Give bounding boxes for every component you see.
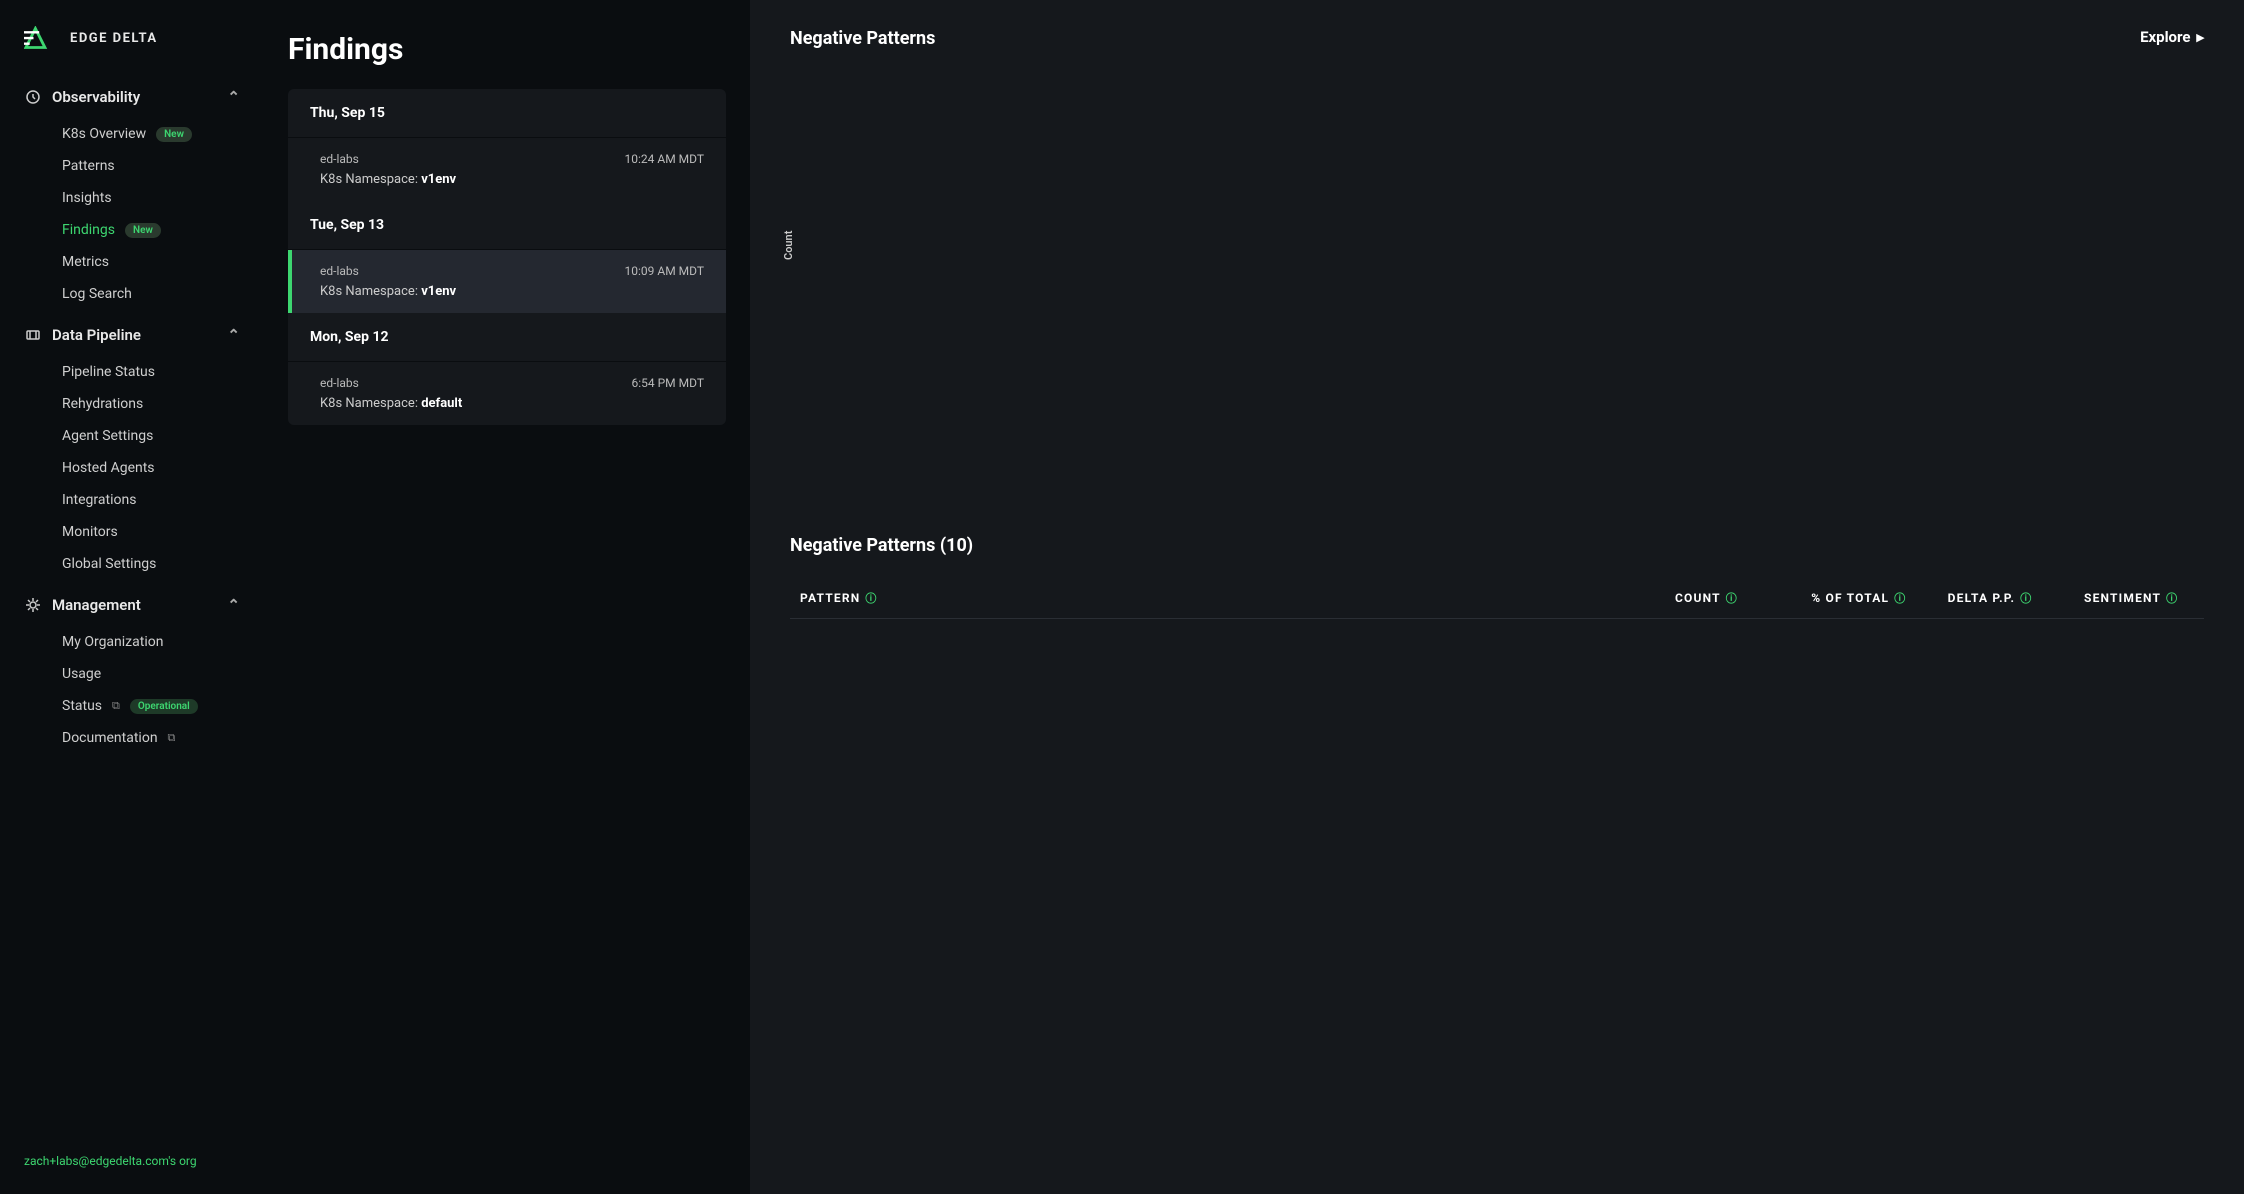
negative-patterns-chart[interactable]: Count — [790, 65, 1850, 495]
findings-panel: Findings Thu, Sep 15 ed-labs 10:24 AM MD… — [264, 0, 750, 1194]
nav-section-label: Data Pipeline — [52, 326, 141, 344]
nav-item-label: Hosted Agents — [62, 460, 155, 476]
nav-badge: Operational — [130, 699, 198, 714]
finding-item[interactable]: ed-labs 10:24 AM MDT K8s Namespace: v1en… — [288, 137, 726, 201]
nav-item-metrics[interactable]: Metrics — [0, 246, 264, 278]
nav-item-label: Integrations — [62, 492, 136, 508]
external-link-icon: ⧉ — [112, 699, 120, 713]
nav-item-global-settings[interactable]: Global Settings — [0, 548, 264, 580]
nav-item-label: Patterns — [62, 158, 115, 174]
nav-item-rehydrations[interactable]: Rehydrations — [0, 388, 264, 420]
chevron-up-icon: ⌃ — [227, 326, 240, 344]
th-pattern[interactable]: PATTERNⓘ — [790, 578, 1665, 619]
th-pct[interactable]: % OF TOTALⓘ — [1801, 578, 1937, 619]
finding-time: 10:09 AM MDT — [625, 264, 705, 278]
main-content: Negative Patterns Explore ▸ Count Negati… — [750, 0, 2244, 1194]
findings-title: Findings — [288, 32, 726, 67]
sidebar: EDGE DELTA Observability ⌃ K8s Overview N… — [0, 0, 264, 1194]
nav-item-label: Log Search — [62, 286, 132, 302]
chevron-up-icon: ⌃ — [227, 596, 240, 614]
finding-time: 10:24 AM MDT — [625, 152, 705, 166]
finding-item[interactable]: ed-labs 6:54 PM MDT K8s Namespace: defau… — [288, 361, 726, 425]
section-icon — [24, 596, 42, 614]
nav-item-log-search[interactable]: Log Search — [0, 278, 264, 310]
nav-item-usage[interactable]: Usage — [0, 658, 264, 690]
y-axis-label: Count — [782, 231, 795, 260]
chevron-up-icon: ⌃ — [227, 88, 240, 106]
finding-org: ed-labs — [320, 376, 359, 390]
nav-item-agent-settings[interactable]: Agent Settings — [0, 420, 264, 452]
info-icon: ⓘ — [865, 592, 877, 605]
nav-item-label: K8s Overview — [62, 126, 146, 142]
finding-item[interactable]: ed-labs 10:09 AM MDT K8s Namespace: v1en… — [288, 249, 726, 313]
info-icon: ⓘ — [2166, 592, 2178, 605]
explore-link[interactable]: Explore ▸ — [2140, 28, 2204, 46]
nav-item-hosted-agents[interactable]: Hosted Agents — [0, 452, 264, 484]
nav-item-label: Status — [62, 698, 102, 714]
section-icon — [24, 326, 42, 344]
nav-item-my-organization[interactable]: My Organization — [0, 626, 264, 658]
nav-item-label: Rehydrations — [62, 396, 143, 412]
explore-label: Explore — [2140, 28, 2190, 46]
finding-org: ed-labs — [320, 264, 359, 278]
th-count[interactable]: COUNTⓘ — [1665, 578, 1801, 619]
brand-name: EDGE DELTA — [70, 31, 158, 46]
nav-item-integrations[interactable]: Integrations — [0, 484, 264, 516]
info-icon: ⓘ — [1894, 592, 1906, 605]
table-title: Negative Patterns (10) — [790, 535, 2204, 556]
info-icon: ⓘ — [1726, 592, 1738, 605]
nav-item-pipeline-status[interactable]: Pipeline Status — [0, 356, 264, 388]
nav-item-findings[interactable]: Findings New — [0, 214, 264, 246]
finding-org: ed-labs — [320, 152, 359, 166]
nav-item-label: Findings — [62, 222, 115, 238]
nav-item-monitors[interactable]: Monitors — [0, 516, 264, 548]
finding-ns-label: K8s Namespace: — [320, 396, 421, 411]
chart-title: Negative Patterns — [790, 28, 935, 49]
nav-item-label: Global Settings — [62, 556, 156, 572]
nav-item-label: Documentation — [62, 730, 158, 746]
nav-badge: New — [125, 223, 161, 238]
th-sentiment[interactable]: SENTIMENTⓘ — [2074, 578, 2204, 619]
findings-list: Thu, Sep 15 ed-labs 10:24 AM MDT K8s Nam… — [288, 89, 726, 425]
nav-item-status[interactable]: Status ⧉ Operational — [0, 690, 264, 722]
brand-logo[interactable]: EDGE DELTA — [0, 26, 264, 76]
finding-date-header: Tue, Sep 13 — [288, 201, 726, 249]
th-delta[interactable]: DELTA P.P.ⓘ — [1938, 578, 2074, 619]
nav-section-label: Observability — [52, 88, 140, 106]
nav-section-label: Management — [52, 596, 141, 614]
logo-icon — [24, 26, 62, 50]
patterns-table: PATTERNⓘ COUNTⓘ % OF TOTALⓘ DELTA P.P.ⓘ … — [790, 578, 2204, 619]
finding-ns-label: K8s Namespace: — [320, 172, 421, 187]
nav-item-label: Insights — [62, 190, 112, 206]
nav-section-data pipeline[interactable]: Data Pipeline ⌃ — [0, 314, 264, 356]
nav-item-k8s-overview[interactable]: K8s Overview New — [0, 118, 264, 150]
finding-ns-label: K8s Namespace: — [320, 284, 421, 299]
nav-section-observability[interactable]: Observability ⌃ — [0, 76, 264, 118]
nav-item-label: Agent Settings — [62, 428, 153, 444]
finding-time: 6:54 PM MDT — [632, 376, 705, 390]
finding-ns: v1env — [421, 284, 456, 299]
nav-item-documentation[interactable]: Documentation ⧉ — [0, 722, 264, 754]
finding-ns: v1env — [421, 172, 456, 187]
section-icon — [24, 88, 42, 106]
nav-item-label: Pipeline Status — [62, 364, 155, 380]
nav-item-label: Metrics — [62, 254, 109, 270]
finding-date-header: Thu, Sep 15 — [288, 89, 726, 137]
chevron-right-icon: ▸ — [2196, 28, 2204, 46]
info-icon: ⓘ — [2020, 592, 2032, 605]
external-link-icon: ⧉ — [168, 731, 176, 745]
nav-item-label: My Organization — [62, 634, 163, 650]
finding-date-header: Mon, Sep 12 — [288, 313, 726, 361]
nav-item-label: Usage — [62, 666, 101, 682]
nav-item-label: Monitors — [62, 524, 118, 540]
nav-item-insights[interactable]: Insights — [0, 182, 264, 214]
sidebar-footer-org[interactable]: zach+labs@edgedelta.com's org — [0, 1154, 264, 1168]
nav-badge: New — [156, 127, 192, 142]
finding-ns: default — [421, 396, 462, 411]
nav-item-patterns[interactable]: Patterns — [0, 150, 264, 182]
nav-section-management[interactable]: Management ⌃ — [0, 584, 264, 626]
